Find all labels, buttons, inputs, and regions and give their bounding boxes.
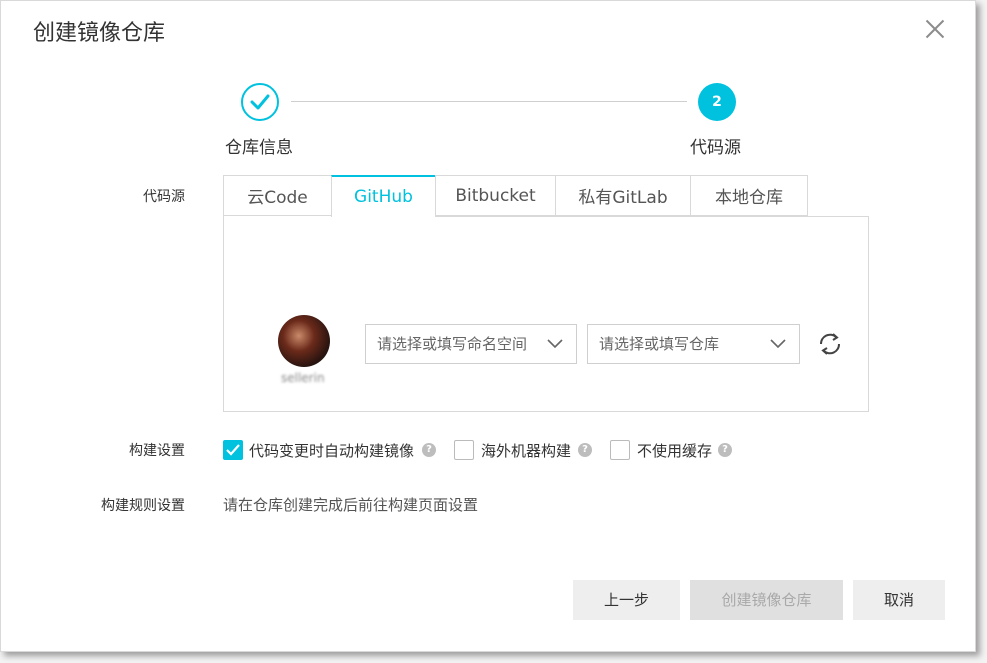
create-repo-dialog: 创建镜像仓库 2 仓库信息 代码源 代码源 云Code GitHub Bitbu… <box>0 0 976 652</box>
overseas-build-label: 海外机器构建 <box>481 442 572 460</box>
refresh-icon[interactable] <box>816 331 844 357</box>
repo-select[interactable]: 请选择或填写仓库 <box>587 324 800 364</box>
chevron-down-icon <box>547 339 563 349</box>
dialog-title: 创建镜像仓库 <box>33 21 166 46</box>
no-cache-checkbox[interactable] <box>610 440 630 460</box>
tab-github[interactable]: GitHub <box>331 175 435 217</box>
help-icon[interactable]: ? <box>578 443 592 457</box>
repo-placeholder: 请选择或填写仓库 <box>599 335 720 353</box>
auto-build-label: 代码变更时自动构建镜像 <box>249 442 415 460</box>
create-repo-button[interactable]: 创建镜像仓库 <box>690 580 843 620</box>
tab-private-gitlab[interactable]: 私有GitLab <box>555 175 690 216</box>
account-avatar <box>278 315 330 367</box>
step-2-label: 代码源 <box>690 138 741 158</box>
help-icon[interactable]: ? <box>422 443 436 457</box>
auto-build-checkbox[interactable] <box>223 440 243 460</box>
build-rules-label: 构建规则设置 <box>101 498 185 514</box>
build-settings-label: 构建设置 <box>129 443 185 459</box>
namespace-select[interactable]: 请选择或填写命名空间 <box>365 324 577 364</box>
panel-top-border <box>435 216 869 217</box>
step-connector <box>291 101 687 102</box>
cancel-button[interactable]: 取消 <box>853 580 945 620</box>
no-cache-label: 不使用缓存 <box>637 442 713 460</box>
code-source-label: 代码源 <box>143 189 185 205</box>
tab-bitbucket[interactable]: Bitbucket <box>435 175 555 216</box>
step-1-label: 仓库信息 <box>225 138 293 158</box>
code-source-tabs: 云Code GitHub Bitbucket 私有GitLab 本地仓库 <box>223 175 808 217</box>
namespace-placeholder: 请选择或填写命名空间 <box>377 335 528 353</box>
prev-step-button[interactable]: 上一步 <box>573 580 680 620</box>
step-1-done-icon <box>241 83 279 121</box>
tab-yuncode[interactable]: 云Code <box>223 175 331 216</box>
account-name: sellerin <box>281 371 325 385</box>
tab-local-repo[interactable]: 本地仓库 <box>690 175 808 216</box>
chevron-down-icon <box>770 339 786 349</box>
overseas-build-checkbox[interactable] <box>454 440 474 460</box>
close-icon[interactable] <box>923 17 947 41</box>
build-rules-text: 请在仓库创建完成后前往构建页面设置 <box>223 496 479 514</box>
step-2-indicator: 2 <box>698 83 736 121</box>
help-icon[interactable]: ? <box>718 443 732 457</box>
